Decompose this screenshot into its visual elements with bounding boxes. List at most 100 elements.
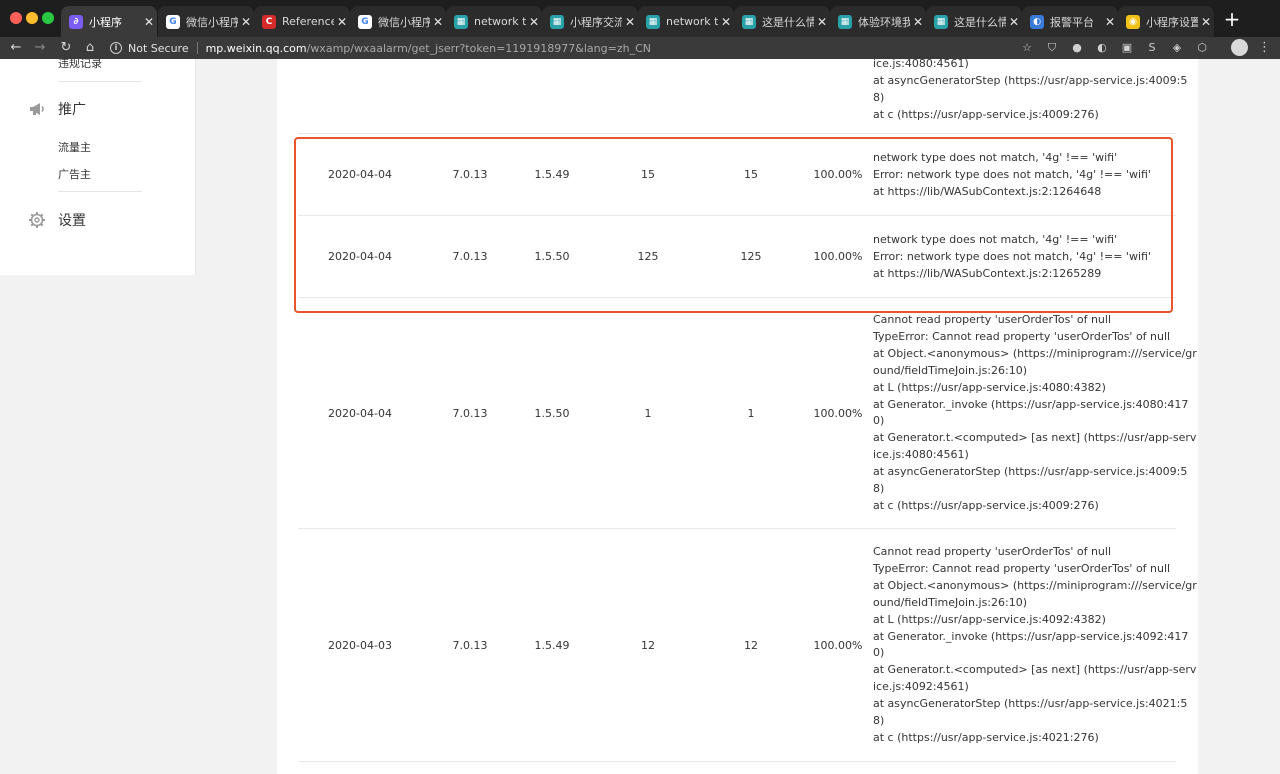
info-icon[interactable]: i: [110, 42, 122, 54]
error-stack: Cannot read property 'userOrderTos' of n…: [873, 544, 1197, 747]
count-cell: 15: [641, 168, 655, 181]
error-line: 8): [873, 482, 885, 496]
browser-tab-bar: ∂小程序✕G微信小程序✕CReferenceE✕G微信小程序✕▦network …: [0, 0, 1280, 37]
browser-tab[interactable]: ▦ 体验环境我 ✕: [830, 6, 927, 37]
tab-favicon-icon: G: [166, 14, 180, 29]
table-row: 2020-04-04 7.0.13 1.5.50 1 1 100.00% Cannot re…: [298, 298, 1197, 529]
tab-title: 小程序设置: [1146, 15, 1198, 29]
table-row: 2020-04-03 7.0.13 1.5.49 12 12 100.00% Cannot …: [298, 529, 1197, 762]
table-row: 2020-04-04 7.0.13 1.5.50 125 125 100.00% netwo…: [298, 216, 1176, 298]
count-cell: 15: [744, 168, 758, 181]
tab-close-icon[interactable]: ✕: [334, 15, 350, 29]
error-stack: ice.js:4080:4561) at asyncGeneratorStep …: [873, 59, 1187, 124]
tab-close-icon[interactable]: ✕: [1198, 15, 1214, 29]
wechat-version-cell: 7.0.13: [452, 250, 488, 263]
tab-close-icon[interactable]: ✕: [1006, 15, 1022, 29]
error-line: at c (https://usr/app-service.js:4009:27…: [873, 107, 1099, 121]
browser-tab[interactable]: ◉ 小程序设置 ✕: [1118, 6, 1215, 37]
error-line: ound/fieldTimeJoin.js:26:10): [873, 595, 1027, 609]
tab-title: 报警平台: [1050, 15, 1094, 29]
tab-close-icon[interactable]: ✕: [910, 15, 926, 29]
home-icon[interactable]: ⌂: [82, 39, 98, 57]
forward-arrow-icon[interactable]: →: [32, 39, 48, 57]
tab-close-icon[interactable]: ✕: [430, 15, 446, 29]
error-table: ice.js:4080:4561) at asyncGeneratorStep …: [277, 59, 1198, 774]
sidebar-group-settings[interactable]: 设置: [28, 210, 86, 230]
tab-favicon-icon: ▦: [454, 14, 468, 29]
tab-close-icon[interactable]: ✕: [526, 15, 542, 29]
browser-menu-icon[interactable]: ⋮: [1258, 39, 1271, 57]
error-line: at L (https://usr/app-service.js:4092:43…: [873, 612, 1106, 626]
reload-icon[interactable]: ↻: [58, 39, 74, 57]
sidebar-item-traffic-owner[interactable]: 流量主: [58, 139, 91, 155]
sidebar-divider: [58, 191, 142, 192]
error-stack: network type does not match, '4g' !== 'w…: [873, 232, 1151, 283]
ghostery-extension-icon[interactable]: ◐: [1095, 41, 1109, 55]
wechat-version-cell: 7.0.13: [452, 407, 488, 420]
browser-tab[interactable]: ∂ 小程序 ✕: [61, 6, 158, 37]
tab-close-icon[interactable]: ✕: [814, 15, 830, 29]
browser-tab[interactable]: ▦ network typ✕: [638, 6, 735, 37]
close-window-button[interactable]: [10, 12, 22, 24]
browser-tab[interactable]: ▦ 这是什么情 ✕: [926, 6, 1023, 37]
date-cell: 2020-04-04: [328, 250, 392, 263]
count-cell: 125: [740, 250, 762, 263]
error-line: Error: network type does not match, '4g'…: [873, 167, 1151, 181]
sidebar-item-advertiser[interactable]: 广告主: [58, 166, 91, 182]
address-separator: [196, 42, 198, 54]
tab-close-icon[interactable]: ✕: [1102, 15, 1118, 29]
error-line: at Object.<anonymous> (https://miniprogr…: [873, 578, 1197, 592]
error-stack: Cannot read property 'userOrderTos' of n…: [873, 312, 1197, 515]
gear-icon: [29, 212, 45, 228]
tab-close-icon[interactable]: ✕: [238, 15, 254, 29]
browser-tab[interactable]: ▦ network typ✕: [446, 6, 543, 37]
browser-tab[interactable]: G 微信小程序 ✕: [158, 6, 255, 37]
error-line: network type does not match, '4g' !== 'w…: [873, 151, 1118, 164]
error-line: at c (https://usr/app-service.js:4021:27…: [873, 730, 1099, 744]
error-line: at Generator.t.<computed> [as next] (htt…: [873, 431, 1197, 445]
shield-extension-icon[interactable]: ⛉: [1045, 41, 1059, 55]
address-bar[interactable]: i Not Secure mp.weixin.qq.com /wxamp/wxa…: [110, 38, 1030, 58]
lib-version-cell: 1.5.50: [534, 407, 570, 420]
tab-favicon-icon: ▦: [934, 14, 948, 29]
maximize-window-button[interactable]: [42, 12, 54, 24]
new-tab-button[interactable]: +: [1222, 9, 1242, 29]
sidebar-item-violations[interactable]: 违规记录: [58, 59, 102, 71]
tab-favicon-icon: G: [358, 14, 372, 29]
sidebar-group-promotion[interactable]: 推广: [28, 99, 86, 119]
sidebar: 违规记录 推广 流量主 广告主 设置: [0, 59, 196, 275]
tab-close-icon[interactable]: ✕: [718, 15, 734, 29]
error-line: ice.js:4080:4561): [873, 59, 969, 70]
megaphone-icon: [30, 103, 44, 115]
error-line: at asyncGeneratorStep (https://usr/app-s…: [873, 465, 1188, 479]
error-line: 0): [873, 646, 885, 660]
error-line: at https://lib/WASubContext.js:2:1265289: [873, 266, 1102, 280]
back-arrow-icon[interactable]: ←: [8, 39, 24, 57]
browser-tab[interactable]: ▦ 小程序交流 ✕: [542, 6, 639, 37]
browser-tab[interactable]: ◐ 报警平台 ✕: [1022, 6, 1119, 37]
bookmark-star-icon[interactable]: ☆: [1020, 41, 1034, 55]
tab-close-icon[interactable]: ✕: [141, 15, 157, 29]
count-cell: 1: [747, 407, 755, 420]
table-row: 2020-04-04 7.0.13 1.5.49 15 15 100.00% network…: [298, 134, 1176, 216]
adblock-extension-icon[interactable]: ●: [1070, 41, 1084, 55]
profile-avatar[interactable]: [1231, 39, 1248, 56]
count-cell: 125: [637, 250, 659, 263]
minimize-window-button[interactable]: [26, 12, 38, 24]
hexagon-extension-icon[interactable]: ⬡: [1195, 41, 1209, 55]
lib-version-cell: 1.5.50: [534, 250, 570, 263]
cursor-extension-icon[interactable]: ▣: [1120, 41, 1134, 55]
tab-favicon-icon: ◐: [1030, 14, 1044, 29]
cube-extension-icon[interactable]: ◈: [1170, 41, 1184, 55]
browser-tab[interactable]: C ReferenceE✕: [254, 6, 351, 37]
ratio-cell: 100.00%: [813, 168, 863, 181]
s-extension-icon[interactable]: S: [1145, 41, 1159, 55]
error-line: 8): [873, 90, 885, 104]
browser-tab[interactable]: ▦ 这是什么情 ✕: [734, 6, 831, 37]
sidebar-divider: [58, 81, 142, 82]
error-line: ound/fieldTimeJoin.js:26:10): [873, 363, 1027, 377]
tab-close-icon[interactable]: ✕: [622, 15, 638, 29]
browser-tab[interactable]: G 微信小程序 ✕: [350, 6, 447, 37]
tab-title: 这是什么情: [762, 15, 814, 29]
extension-area: ☆ ⛉ ● ◐ ▣ S ◈ ⬡: [1020, 40, 1209, 56]
